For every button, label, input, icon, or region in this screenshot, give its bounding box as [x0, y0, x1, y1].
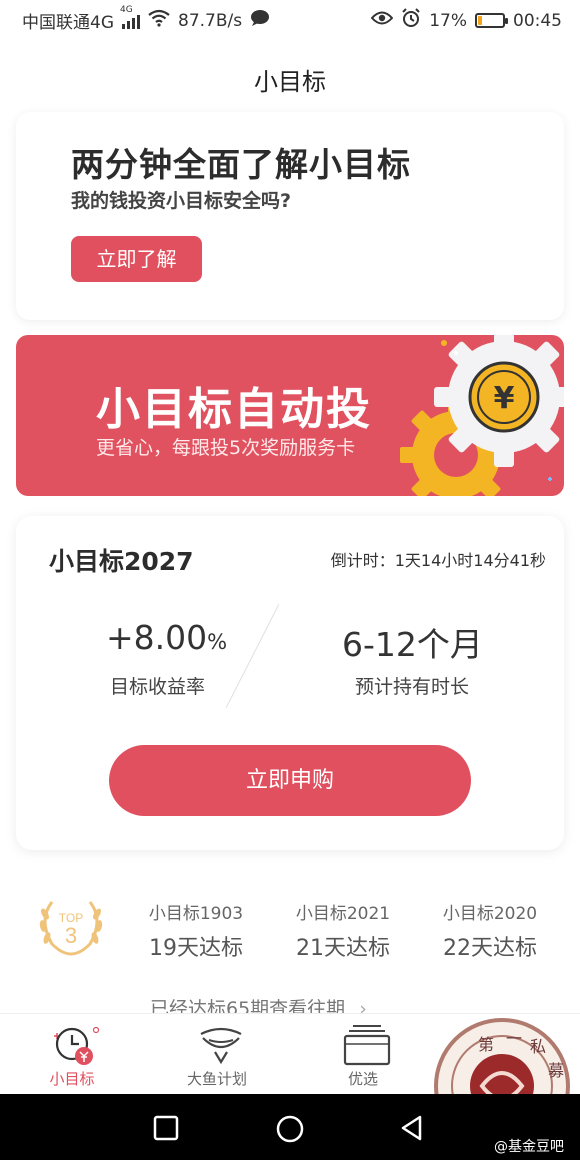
achiever-name: 小目标1903	[148, 904, 244, 924]
tab-label: 优选	[347, 1070, 378, 1088]
top3-badge: TOP 3	[32, 894, 110, 962]
achiever-name: 小目标2020	[442, 904, 538, 924]
banner-subtitle: 更省心，每跟投5次奖励服务卡	[96, 437, 356, 459]
svg-text:私: 私	[530, 1037, 546, 1056]
tab-label: 小目标	[49, 1070, 95, 1088]
svg-text:一: 一	[506, 1029, 522, 1048]
intro-title: 两分钟全面了解小目标	[71, 145, 411, 184]
banner-title: 小目标自动投	[96, 384, 372, 435]
alarm-icon	[401, 8, 421, 33]
stack-icon	[343, 1025, 391, 1066]
gear-coin-icon: ¥	[400, 335, 564, 496]
achiever-name: 小目标2021	[295, 904, 391, 924]
achiever-days: 19天达标	[149, 936, 243, 961]
target-rate-value: +8.00	[106, 618, 208, 657]
product-name: 小目标2027	[49, 547, 194, 576]
intro-card[interactable]: 两分钟全面了解小目标 我的钱投资小目标安全吗? 立即了解	[16, 112, 564, 320]
clock-yen-icon	[54, 1026, 100, 1065]
target-rate-label: 目标收益率	[110, 676, 206, 698]
signal-icon: 4G	[120, 5, 140, 29]
wifi-icon	[148, 9, 170, 32]
watermark-caption: @基金豆吧	[494, 1139, 564, 1155]
intro-subtitle: 我的钱投资小目标安全吗?	[71, 190, 292, 212]
net-speed: 87.7B/s	[178, 10, 243, 31]
holding-period: 6-12个月	[342, 625, 483, 664]
product-card: 小目标2027 倒计时：1天14小时14分41秒 +8.00% 目标收益率 6-…	[16, 516, 564, 850]
status-bar: 中国联通4G 4G 87.7B/s 17% 00:45	[0, 0, 580, 40]
divider	[225, 604, 280, 708]
achiever-item[interactable]: 小目标1903 19天达标	[131, 899, 261, 962]
battery-percent: 17%	[429, 10, 467, 31]
badge-rank-number: 3	[65, 923, 77, 948]
carrier-label: 中国联通4G	[22, 13, 114, 33]
achiever-days: 22天达标	[443, 936, 537, 961]
system-nav-bar	[0, 1094, 580, 1160]
fish-icon	[200, 1027, 242, 1065]
clock-time: 00:45	[513, 10, 562, 31]
achiever-days: 21天达标	[296, 936, 390, 961]
eye-icon	[370, 10, 394, 31]
holding-period-label: 预计持有时长	[355, 676, 470, 698]
network-badge: 4G	[120, 4, 133, 15]
recent-apps-button[interactable]	[152, 1114, 180, 1142]
coin-yen-symbol: ¥	[494, 381, 515, 416]
battery-fill	[478, 16, 482, 25]
target-rate: +8.00%	[106, 618, 227, 657]
svg-text:第: 第	[478, 1035, 494, 1054]
battery-icon	[475, 13, 508, 28]
auto-invest-banner[interactable]: 小目标自动投 更省心，每跟投5次奖励服务卡 ¥	[16, 335, 564, 496]
page-title: 小目标	[254, 68, 326, 96]
learn-now-button[interactable]: 立即了解	[71, 236, 202, 282]
svg-text:募: 募	[548, 1061, 564, 1080]
buy-now-button[interactable]: 立即申购	[109, 745, 471, 816]
achiever-item[interactable]: 小目标2021 21天达标	[278, 899, 408, 962]
home-button[interactable]	[275, 1114, 305, 1144]
tab-label: 大鱼计划	[186, 1070, 247, 1088]
target-rate-unit: %	[207, 630, 228, 654]
achiever-item[interactable]: 小目标2020 22天达标	[425, 899, 555, 962]
countdown-text: 倒计时：1天14小时14分41秒	[330, 551, 546, 570]
chat-bubble-icon	[250, 9, 270, 32]
back-button[interactable]	[398, 1114, 426, 1142]
